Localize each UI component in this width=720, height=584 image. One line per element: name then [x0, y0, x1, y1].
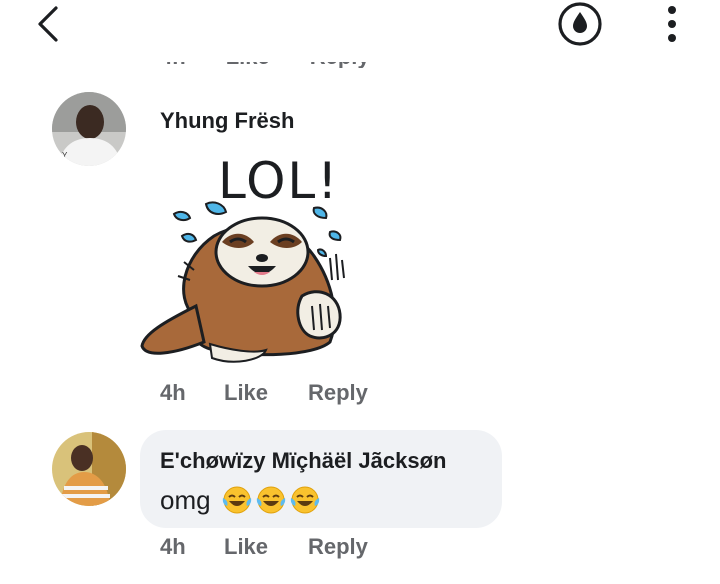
comment-time: 4h: [160, 534, 186, 559]
comment-text: omg: [160, 484, 211, 515]
back-button[interactable]: [30, 2, 70, 46]
data-saver-button[interactable]: [556, 0, 604, 48]
avatar[interactable]: Y: [52, 92, 126, 166]
top-bar: [0, 0, 720, 62]
avatar-photo: [52, 432, 126, 506]
reply-button[interactable]: Reply: [308, 534, 368, 560]
face-with-tears-of-joy-icon: [222, 486, 251, 514]
more-options-button[interactable]: [655, 2, 689, 46]
face-with-tears-of-joy-icon: [290, 486, 319, 514]
sticker-text: LOL!: [218, 152, 339, 210]
sloth-sticker-graphic: LOL!: [140, 152, 345, 363]
avatar-photo: Y: [52, 92, 126, 166]
comment-text-row: omg: [160, 484, 321, 516]
like-button[interactable]: Like: [224, 380, 308, 406]
reply-button[interactable]: Reply: [308, 380, 368, 406]
chevron-left-icon: [38, 6, 58, 42]
water-drop-icon: [558, 2, 602, 46]
more-vertical-icon: [668, 6, 676, 42]
face-with-tears-of-joy-icon: [256, 486, 285, 514]
comment-author[interactable]: Yhung Frësh: [160, 108, 294, 134]
comment-author[interactable]: E'chøwïzy Mïçhäël Jãcksøn: [160, 448, 446, 474]
svg-text:Y: Y: [62, 151, 68, 160]
like-button[interactable]: Like: [224, 534, 308, 560]
comment-actions: 4h Like Reply: [160, 380, 368, 406]
comment-time: 4h: [160, 380, 186, 405]
laughing-sloth-sticker[interactable]: LOL!: [134, 146, 364, 376]
comment-actions: 4h Like Reply: [160, 534, 368, 560]
avatar[interactable]: [52, 432, 126, 506]
